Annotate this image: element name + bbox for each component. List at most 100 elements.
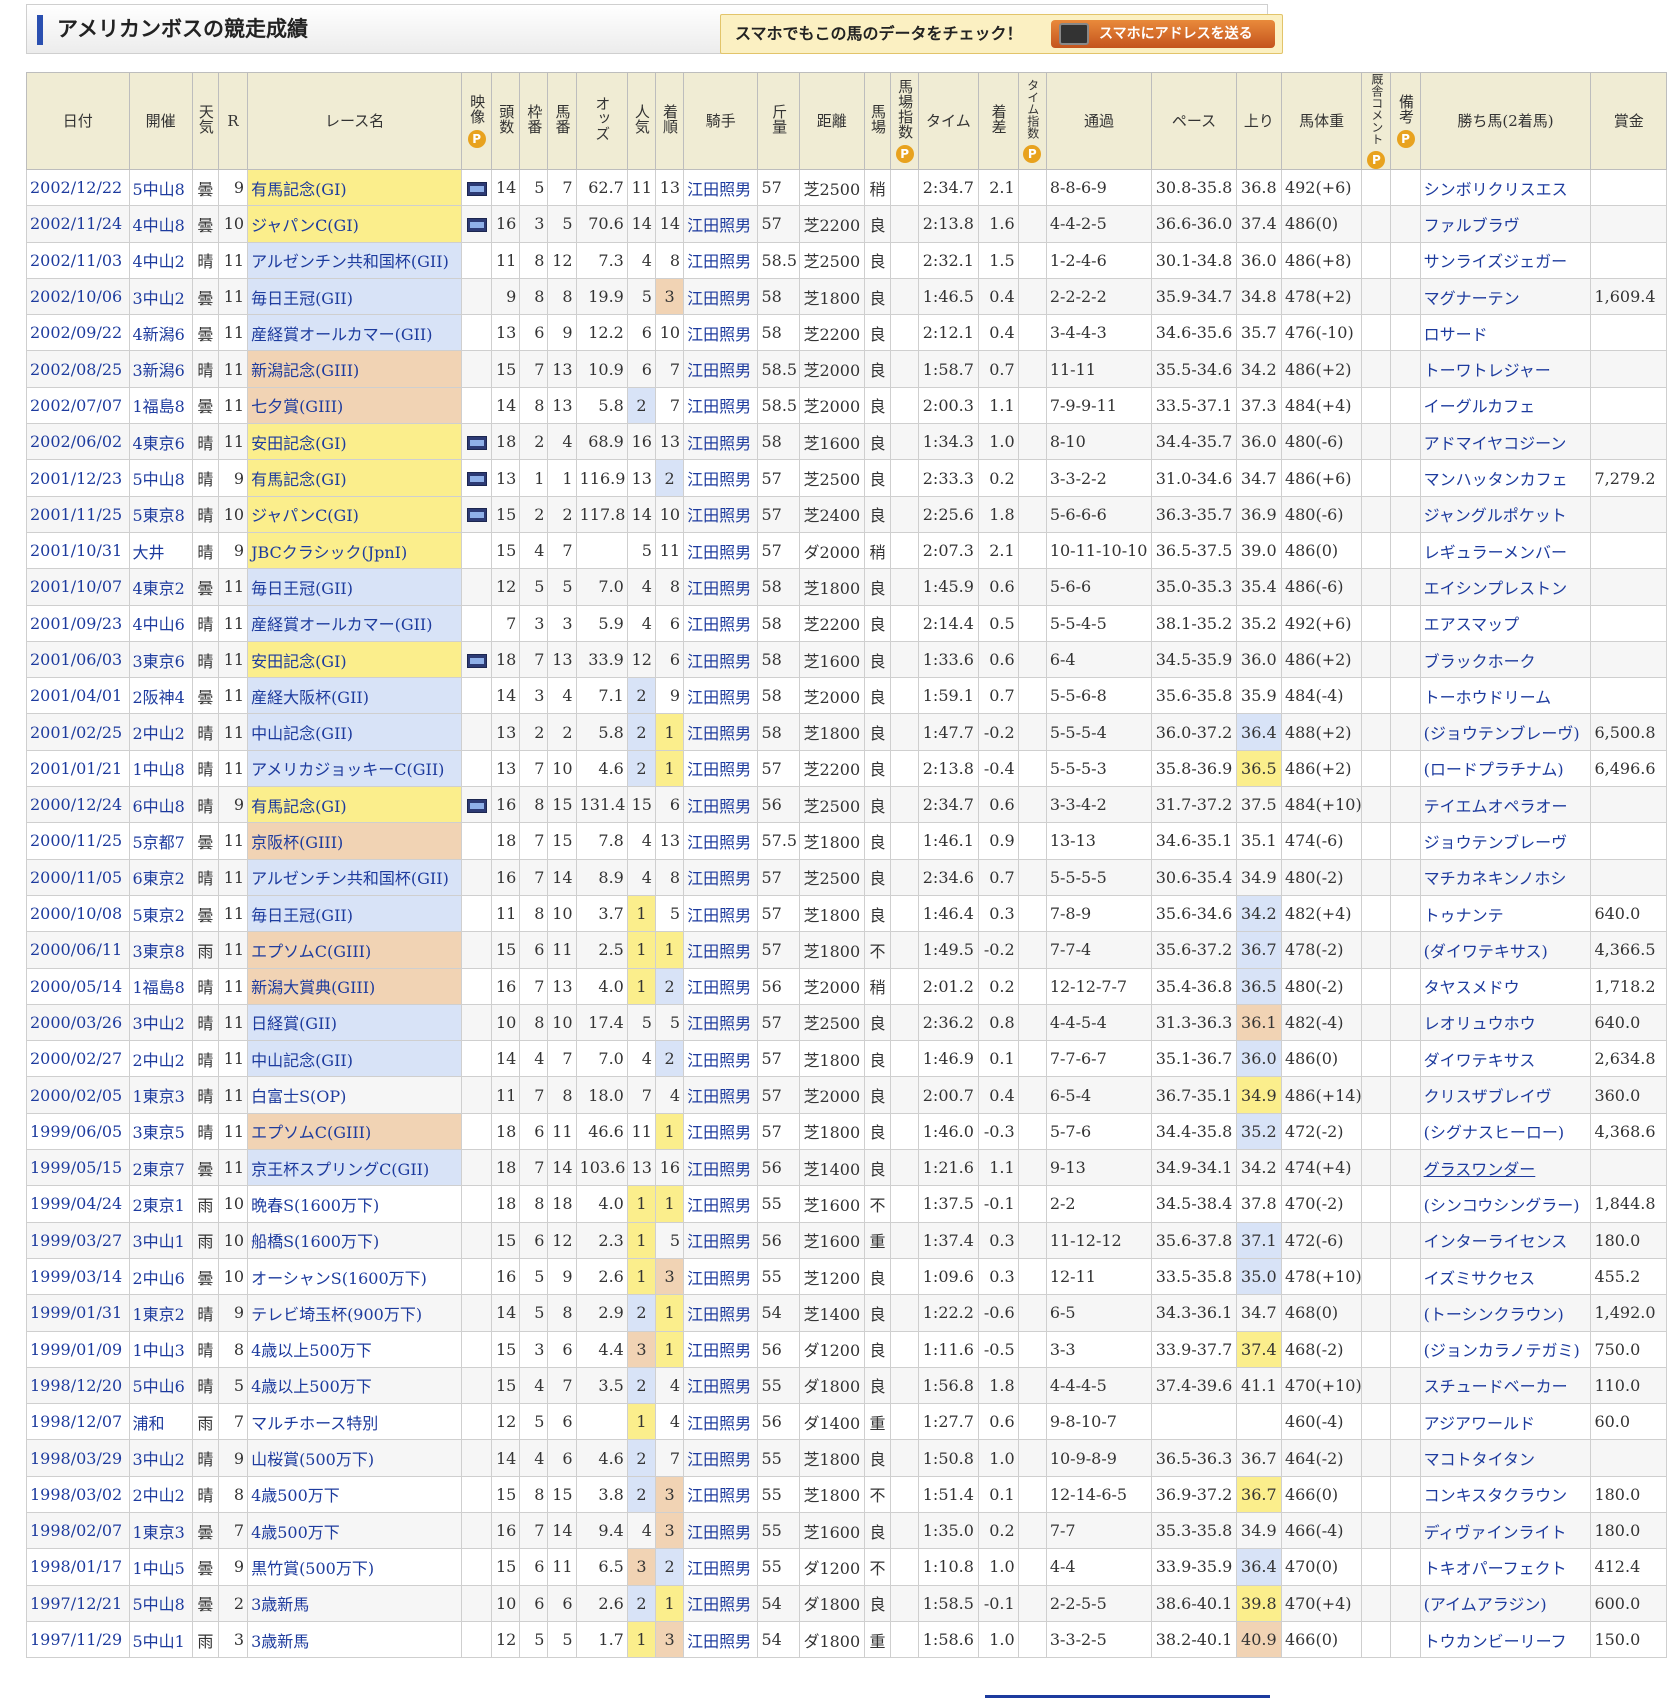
jockey-cell[interactable]: 江田照男 — [683, 386, 759, 425]
winner-cell-link[interactable]: (シグナスヒーロー) — [1424, 1123, 1565, 1142]
date-cell-link[interactable]: 2000/02/05 — [30, 1086, 122, 1105]
venue-cell-link[interactable]: 1東京2 — [133, 1305, 185, 1324]
race-name-cell-link[interactable]: 新潟大賞典(GIII) — [251, 978, 375, 997]
jockey-cell[interactable]: 江田照男 — [683, 1294, 759, 1332]
date-cell-link[interactable]: 2000/06/11 — [30, 940, 122, 959]
winner-cell-link[interactable]: トキオパーフェクト — [1424, 1559, 1567, 1578]
venue-cell[interactable]: 2中山2 — [128, 1475, 193, 1513]
winner-cell[interactable]: マチカネキンノホシ — [1419, 858, 1592, 896]
venue-cell-link[interactable]: 1中山8 — [133, 760, 185, 779]
race-name-cell[interactable]: 新潟記念(GIII) — [247, 350, 463, 388]
date-cell-link[interactable]: 1998/01/17 — [30, 1557, 122, 1576]
winner-cell[interactable]: ブラックホーク — [1419, 640, 1592, 679]
venue-cell-link[interactable]: 3東京5 — [133, 1123, 185, 1142]
jockey-cell-link[interactable]: 江田照男 — [687, 1523, 751, 1542]
date-cell[interactable]: 2000/02/27 — [26, 1040, 130, 1078]
jockey-cell-link[interactable]: 江田照男 — [687, 1450, 751, 1469]
venue-cell[interactable]: 3東京8 — [128, 931, 193, 969]
winner-cell-link[interactable]: トゥナンテ — [1424, 906, 1504, 925]
winner-cell[interactable]: タヤスメドウ — [1419, 967, 1592, 1005]
jockey-cell[interactable]: 江田照男 — [683, 1112, 759, 1151]
race-name-cell[interactable]: 安田記念(GI) — [247, 640, 463, 679]
venue-cell[interactable]: 3東京5 — [128, 1112, 193, 1151]
winner-cell-link[interactable]: テイエムオペラオー — [1424, 797, 1568, 816]
race-name-cell[interactable]: 白富士S(OP) — [247, 1076, 463, 1114]
race-name-cell[interactable]: オーシャンS(1600万下) — [247, 1257, 463, 1296]
jockey-cell-link[interactable]: 江田照男 — [687, 216, 751, 235]
date-cell[interactable]: 1999/03/27 — [26, 1221, 130, 1259]
jockey-cell[interactable]: 江田照男 — [683, 640, 759, 679]
date-cell[interactable]: 2001/02/25 — [26, 713, 130, 751]
jockey-cell-link[interactable]: 江田照男 — [687, 180, 751, 199]
video-icon[interactable] — [466, 653, 487, 668]
winner-cell-link[interactable]: レギュラーメンバー — [1424, 543, 1567, 562]
race-name-cell-link[interactable]: 3歳新馬 — [251, 1632, 309, 1651]
race-name-cell-link[interactable]: 新潟記念(GIII) — [251, 361, 359, 380]
venue-cell-link[interactable]: 2中山2 — [133, 724, 185, 743]
winner-cell[interactable]: マンハッタンカフェ — [1419, 459, 1592, 497]
race-name-cell-link[interactable]: ジャパンC(GI) — [251, 506, 359, 525]
winner-cell[interactable]: アジアワールド — [1419, 1403, 1592, 1441]
venue-cell-link[interactable]: 6中山8 — [133, 797, 185, 816]
race-name-cell[interactable]: 3歳新馬 — [247, 1584, 463, 1622]
send-address-button[interactable]: スマホにアドレスを送る — [1051, 20, 1275, 48]
venue-cell[interactable]: 1東京3 — [128, 1511, 193, 1550]
race-name-cell[interactable]: 4歳500万下 — [247, 1475, 463, 1513]
date-cell-link[interactable]: 2002/10/06 — [30, 287, 122, 306]
race-name-cell-link[interactable]: 山桜賞(500万下) — [251, 1450, 374, 1469]
race-name-cell[interactable]: 有馬記念(GI) — [247, 786, 463, 824]
venue-cell[interactable]: 3新潟6 — [128, 350, 193, 388]
date-cell-link[interactable]: 2001/04/01 — [30, 686, 122, 705]
jockey-cell-link[interactable]: 江田照男 — [687, 1014, 751, 1033]
date-cell-link[interactable]: 2000/11/25 — [30, 831, 122, 850]
race-name-cell-link[interactable]: 安田記念(GI) — [251, 652, 347, 671]
jockey-cell[interactable]: 江田照男 — [683, 168, 759, 207]
race-name-cell[interactable]: 4歳500万下 — [247, 1511, 463, 1550]
race-name-cell[interactable]: 産経賞オールカマー(GII) — [247, 604, 463, 642]
venue-cell-link[interactable]: 5中山1 — [133, 1632, 185, 1651]
race-name-cell-link[interactable]: アメリカジョッキーC(GII) — [251, 760, 444, 779]
winner-cell[interactable]: ジャングルポケット — [1419, 495, 1592, 533]
winner-cell-link[interactable]: ファルブラヴ — [1424, 216, 1520, 235]
jockey-cell-link[interactable]: 江田照男 — [687, 1051, 751, 1070]
date-cell-link[interactable]: 2001/09/23 — [30, 614, 122, 633]
jockey-cell[interactable]: 江田照男 — [683, 1366, 759, 1405]
jockey-cell-link[interactable]: 江田照男 — [687, 688, 751, 707]
winner-cell[interactable]: トゥナンテ — [1419, 894, 1592, 933]
date-cell-link[interactable]: 1999/03/27 — [30, 1231, 122, 1250]
race-name-cell[interactable]: 京阪杯(GIII) — [247, 822, 463, 860]
jockey-cell[interactable]: 江田照男 — [683, 749, 759, 788]
venue-cell[interactable]: 1福島8 — [128, 386, 193, 425]
jockey-cell-link[interactable]: 江田照男 — [687, 506, 751, 525]
race-name-cell[interactable]: 産経賞オールカマー(GII) — [247, 314, 463, 352]
venue-cell[interactable]: 4東京6 — [128, 423, 193, 461]
jockey-cell-link[interactable]: 江田照男 — [687, 652, 751, 671]
date-cell-link[interactable]: 2001/06/03 — [30, 650, 122, 669]
date-cell[interactable]: 2001/10/07 — [26, 568, 130, 606]
jockey-cell-link[interactable]: 江田照男 — [687, 579, 751, 598]
jockey-cell-link[interactable]: 江田照男 — [687, 1160, 751, 1179]
date-cell[interactable]: 2000/06/11 — [26, 931, 130, 969]
jockey-cell-link[interactable]: 江田照男 — [687, 1377, 751, 1396]
date-cell-link[interactable]: 2000/12/24 — [30, 795, 122, 814]
jockey-cell-link[interactable]: 江田照男 — [687, 1486, 751, 1505]
date-cell[interactable]: 1998/02/07 — [26, 1511, 130, 1550]
jockey-cell[interactable]: 江田照男 — [683, 604, 759, 642]
winner-cell[interactable]: サンライズジェガー — [1419, 241, 1592, 279]
venue-cell[interactable]: 5中山8 — [128, 168, 193, 207]
date-cell[interactable]: 2001/11/25 — [26, 495, 130, 533]
date-cell-link[interactable]: 1999/05/15 — [30, 1158, 122, 1177]
venue-cell[interactable]: 2東京7 — [128, 1149, 193, 1187]
jockey-cell-link[interactable]: 江田照男 — [687, 1087, 751, 1106]
jockey-cell[interactable]: 江田照男 — [683, 1439, 759, 1477]
race-name-cell[interactable]: 晩春S(1600万下) — [247, 1185, 463, 1223]
winner-cell-link[interactable]: ロサード — [1424, 325, 1488, 344]
date-cell-link[interactable]: 2001/02/25 — [30, 723, 122, 742]
venue-cell-link[interactable]: 3東京8 — [133, 942, 185, 961]
date-cell-link[interactable]: 2002/07/07 — [30, 396, 122, 415]
jockey-cell[interactable]: 江田照男 — [683, 1475, 759, 1513]
race-name-cell-link[interactable]: オーシャンS(1600万下) — [251, 1269, 427, 1288]
venue-cell-link[interactable]: 1福島8 — [133, 978, 185, 997]
winner-cell-link[interactable]: トーワトレジャー — [1424, 361, 1551, 380]
date-cell[interactable]: 1999/01/09 — [26, 1330, 130, 1368]
